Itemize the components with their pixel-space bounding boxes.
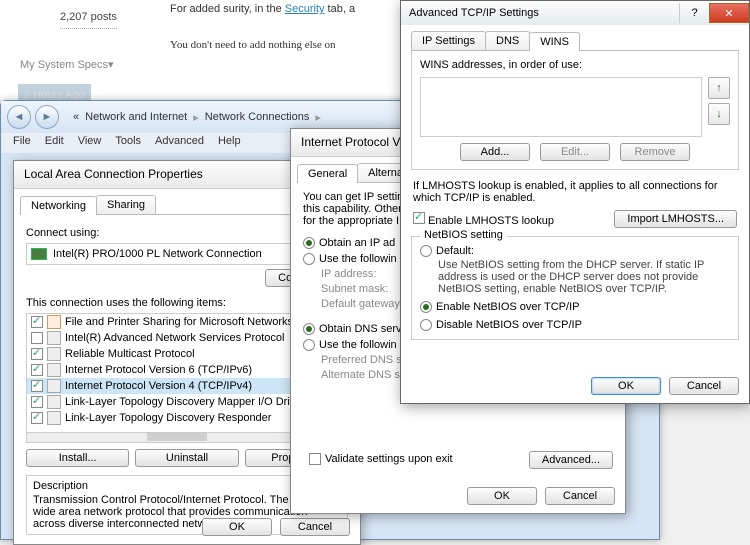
add-button[interactable]: Add... [460, 143, 530, 161]
list-item-label: Internet Protocol Version 4 (TCP/IPv4) [65, 380, 252, 392]
menu-help[interactable]: Help [218, 135, 241, 151]
install-button[interactable]: Install... [26, 449, 129, 467]
list-item-label: Link-Layer Topology Discovery Responder [65, 412, 271, 424]
radio-nb-disable[interactable]: Disable NetBIOS over TCP/IP [420, 319, 730, 331]
tab-sharing[interactable]: Sharing [96, 195, 156, 214]
lmhosts-note: If LMHOSTS lookup is enabled, it applies… [413, 180, 737, 204]
breadcrumb[interactable]: « Network and Internet▸ Network Connecti… [73, 111, 321, 124]
protocol-icon [47, 379, 61, 393]
uninstall-button[interactable]: Uninstall [135, 449, 238, 467]
menu-tools[interactable]: Tools [115, 135, 141, 151]
validate-checkbox[interactable]: Validate settings upon exit [309, 453, 453, 465]
menu-view[interactable]: View [78, 135, 102, 151]
forward-button[interactable]: ► [35, 105, 59, 129]
tab-dns[interactable]: DNS [485, 31, 530, 50]
checkbox-icon[interactable] [31, 412, 43, 424]
advanced-tcpip-dialog: Advanced TCP/IP Settings ? ✕ IP Settings… [400, 0, 750, 404]
checkbox-icon[interactable] [31, 364, 43, 376]
menu-advanced[interactable]: Advanced [155, 135, 204, 151]
system-specs-toggle[interactable]: My System Specs▾ [20, 56, 114, 74]
menu-file[interactable]: File [13, 135, 31, 151]
protocol-icon [47, 347, 61, 361]
edit-button: Edit... [540, 143, 610, 161]
tab-networking[interactable]: Networking [20, 196, 97, 215]
list-item-label: Reliable Multicast Protocol [65, 348, 195, 360]
netbios-legend: NetBIOS setting [420, 229, 507, 241]
radio-nb-default[interactable]: Default: [420, 245, 730, 257]
checkbox-icon[interactable] [31, 316, 43, 328]
back-button[interactable]: ◄ [7, 105, 31, 129]
list-item-label: Link-Layer Topology Discovery Mapper I/O… [65, 396, 305, 408]
menu-edit[interactable]: Edit [45, 135, 64, 151]
tab-general[interactable]: General [297, 164, 358, 183]
ipv4-cancel-button[interactable]: Cancel [545, 487, 615, 505]
protocol-icon [47, 363, 61, 377]
radio-nb-enable[interactable]: Enable NetBIOS over TCP/IP [420, 301, 730, 313]
checkbox-icon[interactable] [31, 332, 43, 344]
lan-ok-button[interactable]: OK [202, 518, 272, 536]
import-lmhosts-button[interactable]: Import LMHOSTS... [614, 210, 737, 228]
list-item-label: Intel(R) Advanced Network Services Proto… [65, 332, 284, 344]
checkbox-icon[interactable] [31, 380, 43, 392]
enable-lmhosts-checkbox[interactable]: Enable LMHOSTS lookup [413, 212, 554, 227]
nic-icon [31, 248, 47, 260]
remove-button: Remove [620, 143, 690, 161]
adv-title: Advanced TCP/IP Settings [409, 7, 539, 19]
protocol-icon [47, 411, 61, 425]
advanced-button[interactable]: Advanced... [529, 451, 613, 469]
help-button[interactable]: ? [679, 3, 709, 23]
wins-address-list[interactable] [420, 77, 702, 137]
post-count: 2,207 posts [60, 8, 117, 29]
tab-ip-settings[interactable]: IP Settings [411, 31, 486, 50]
list-item-label: File and Printer Sharing for Microsoft N… [65, 316, 293, 328]
move-down-button[interactable]: ↓ [708, 103, 730, 125]
tab-wins[interactable]: WINS [529, 32, 580, 51]
protocol-icon [47, 331, 61, 345]
ipv4-ok-button[interactable]: OK [467, 487, 537, 505]
lan-cancel-button[interactable]: Cancel [280, 518, 350, 536]
checkbox-icon[interactable] [31, 348, 43, 360]
close-button[interactable]: ✕ [709, 3, 749, 23]
protocol-icon [47, 395, 61, 409]
security-link[interactable]: Security [285, 3, 325, 15]
adv-cancel-button[interactable]: Cancel [669, 377, 739, 395]
checkbox-icon[interactable] [31, 396, 43, 408]
move-up-button[interactable]: ↑ [708, 77, 730, 99]
wins-label: WINS addresses, in order of use: [420, 59, 730, 71]
protocol-icon [47, 315, 61, 329]
list-item-label: Internet Protocol Version 6 (TCP/IPv6) [65, 364, 252, 376]
adv-ok-button[interactable]: OK [591, 377, 661, 395]
